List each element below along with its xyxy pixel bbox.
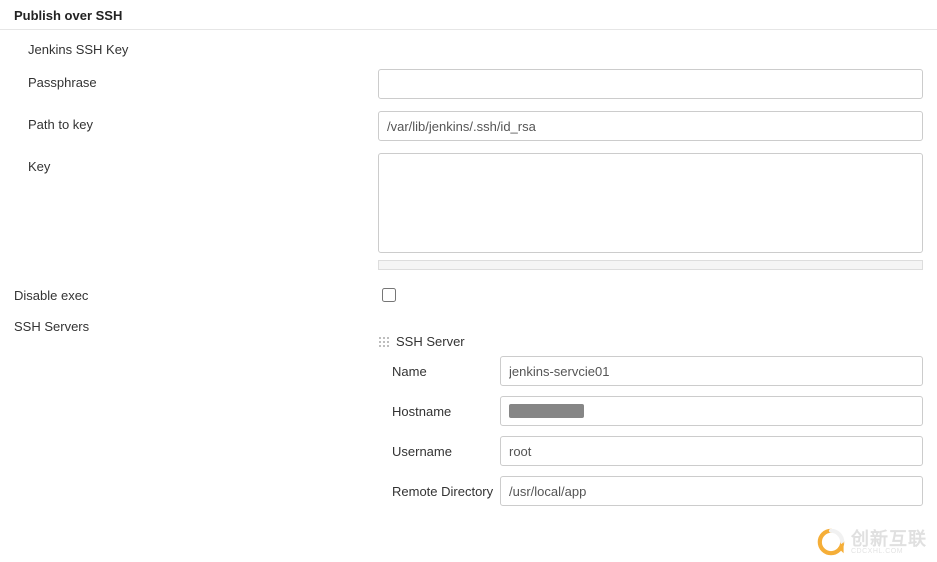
name-label: Name: [392, 364, 500, 379]
passphrase-label: Passphrase: [28, 69, 378, 90]
path-to-key-label: Path to key: [28, 111, 378, 132]
watermark-subtext: CDCXHL.COM: [851, 548, 903, 555]
name-input[interactable]: [500, 356, 923, 386]
section-title: Publish over SSH: [0, 0, 937, 29]
ssh-server-block: Name Hostname Username Remote Directory: [378, 351, 937, 511]
key-row: Key: [0, 147, 937, 276]
ssh-server-subsection-title: SSH Server: [396, 334, 465, 349]
hostname-redacted-value: [509, 404, 584, 418]
hostname-input[interactable]: [500, 396, 923, 426]
drag-handle-icon[interactable]: [378, 336, 390, 348]
jenkins-ssh-key-heading: Jenkins SSH Key: [28, 36, 128, 57]
username-input[interactable]: [500, 436, 923, 466]
key-textarea[interactable]: [378, 153, 923, 253]
name-row: Name: [378, 351, 937, 391]
remote-directory-row: Remote Directory: [378, 471, 937, 511]
watermark-text: 创新互联: [851, 530, 927, 548]
hostname-label: Hostname: [392, 404, 500, 419]
ssh-server-header: SSH Server: [378, 334, 937, 349]
remote-directory-label: Remote Directory: [392, 484, 500, 499]
username-row: Username: [378, 431, 937, 471]
ssh-servers-row: SSH Servers: [0, 311, 937, 334]
watermark: 创新互联 CDCXHL.COM: [817, 528, 927, 556]
path-to-key-row: Path to key: [0, 105, 937, 147]
disable-exec-row: Disable exec: [0, 276, 937, 311]
hostname-row: Hostname: [378, 391, 937, 431]
path-to-key-input[interactable]: [378, 111, 923, 141]
watermark-logo-icon: [817, 528, 845, 556]
textarea-scrollbar[interactable]: [378, 260, 923, 270]
passphrase-row: Passphrase: [0, 63, 937, 105]
disable-exec-checkbox[interactable]: [382, 288, 396, 302]
ssh-servers-label: SSH Servers: [14, 313, 378, 334]
passphrase-input[interactable]: [378, 69, 923, 99]
remote-directory-input[interactable]: [500, 476, 923, 506]
username-label: Username: [392, 444, 500, 459]
key-label: Key: [28, 153, 378, 174]
jenkins-ssh-key-row: Jenkins SSH Key: [0, 30, 937, 63]
disable-exec-label: Disable exec: [14, 282, 378, 303]
